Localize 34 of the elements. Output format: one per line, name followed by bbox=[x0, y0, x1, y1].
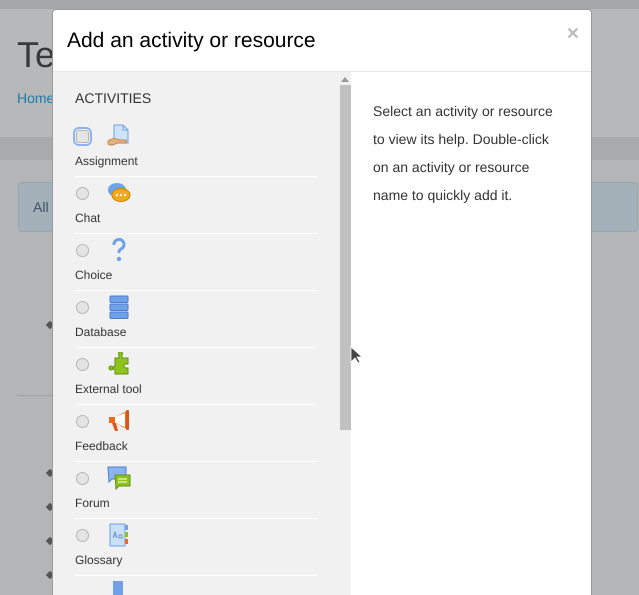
radio-button[interactable] bbox=[76, 528, 89, 542]
radio-button[interactable] bbox=[76, 414, 89, 428]
radio-button[interactable] bbox=[76, 186, 89, 200]
activity-option[interactable]: External tool bbox=[75, 348, 317, 405]
option-label: Forum bbox=[75, 496, 111, 510]
section-heading: ACTIVITIES bbox=[75, 90, 152, 106]
radio-button[interactable] bbox=[76, 300, 89, 314]
option-label: Chat bbox=[75, 211, 102, 225]
puzzle-piece-icon bbox=[107, 352, 131, 376]
option-label: Glossary bbox=[75, 553, 124, 567]
megaphone-icon bbox=[107, 409, 131, 433]
option-label: Assignment bbox=[75, 154, 139, 168]
mouse-cursor-icon bbox=[350, 346, 362, 364]
activity-option[interactable]: Forum bbox=[75, 462, 317, 519]
activity-option[interactable]: Database bbox=[75, 291, 317, 348]
option-label: Choice bbox=[75, 268, 114, 282]
activity-option[interactable]: Chat bbox=[75, 177, 317, 234]
activity-option[interactable]: Choice bbox=[75, 234, 317, 291]
glossary-book-icon bbox=[107, 523, 131, 547]
radio-button[interactable] bbox=[76, 244, 89, 256]
radio-button[interactable] bbox=[76, 358, 89, 370]
radio-button[interactable] bbox=[76, 472, 89, 484]
option-label: Database bbox=[75, 325, 128, 339]
dialog-title: Add an activity or resource bbox=[67, 29, 316, 53]
activity-option[interactable]: Feedback bbox=[75, 405, 317, 462]
page-title: Te bbox=[17, 35, 56, 75]
activity-option[interactable]: Glossary bbox=[75, 519, 317, 576]
database-icon bbox=[107, 295, 131, 319]
option-label: Feedback bbox=[75, 439, 129, 453]
activity-option[interactable]: Assignment bbox=[75, 120, 317, 177]
document-hand-icon bbox=[107, 124, 131, 148]
discussion-bubbles-icon bbox=[107, 466, 131, 490]
speech-bubbles-icon bbox=[107, 181, 131, 205]
option-label: External tool bbox=[75, 382, 143, 396]
